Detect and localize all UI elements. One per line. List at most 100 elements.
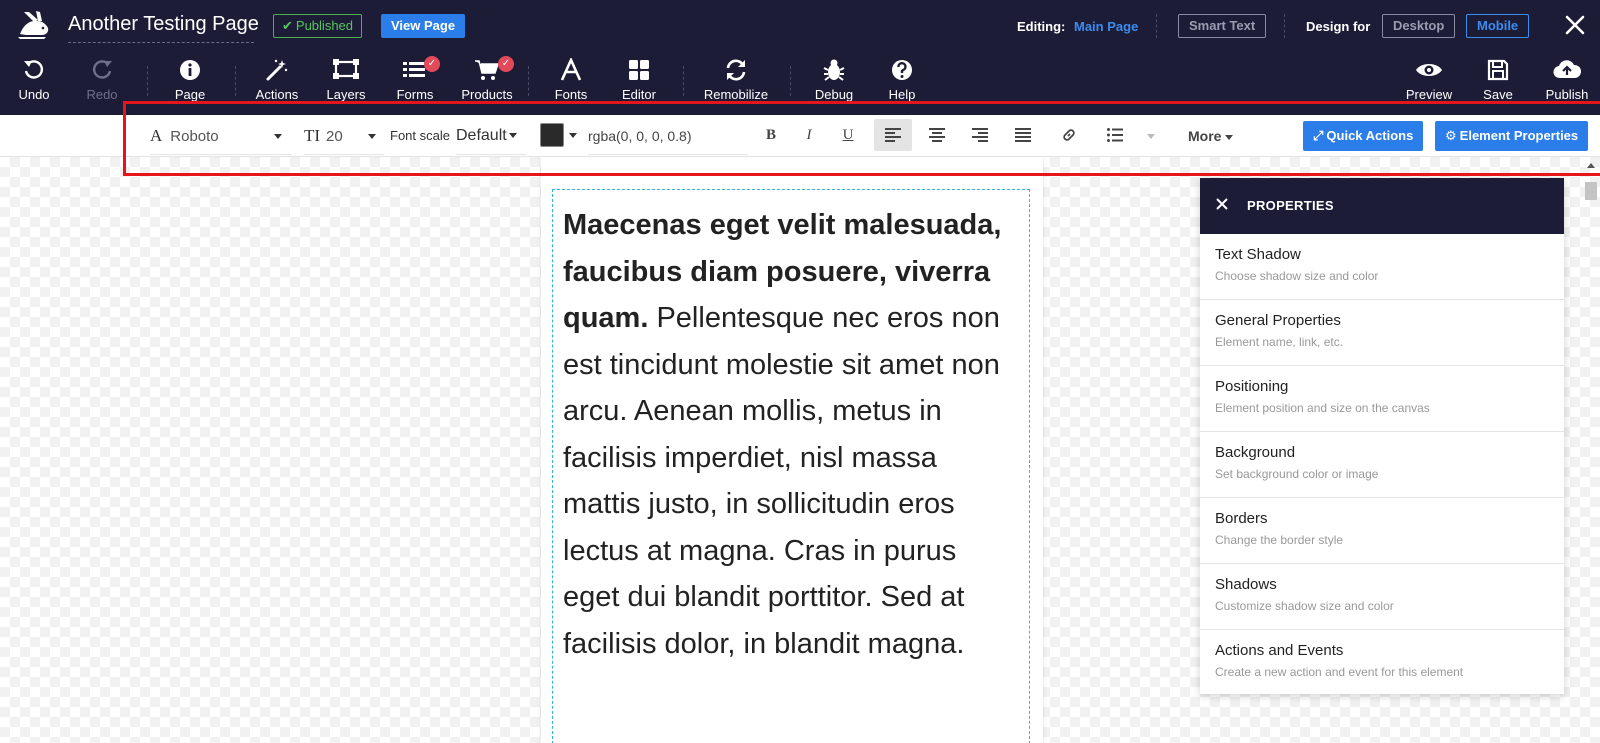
align-left-icon xyxy=(885,128,901,143)
view-page-button[interactable]: View Page xyxy=(381,14,466,38)
forms-button[interactable]: ✓ Forms xyxy=(392,56,440,108)
font-size-select[interactable]: TI 20 xyxy=(304,117,384,155)
align-right-button[interactable] xyxy=(961,119,999,151)
body-text: Pellentesque nec eros non est tincidunt … xyxy=(563,302,1000,660)
properties-title: PROPERTIES xyxy=(1247,198,1334,213)
redo-label: Redo xyxy=(86,87,118,102)
property-item-general[interactable]: General Properties Element name, link, et… xyxy=(1200,300,1564,366)
close-icon[interactable] xyxy=(1562,12,1588,38)
check-badge-icon: ✓ xyxy=(498,56,514,72)
properties-header: PROPERTIES xyxy=(1200,178,1564,234)
publish-button[interactable]: Publish xyxy=(1542,58,1592,108)
scroll-up-arrow-icon[interactable] xyxy=(1586,160,1596,170)
divider xyxy=(790,66,791,96)
link-button[interactable] xyxy=(1050,119,1088,151)
refresh-icon xyxy=(726,59,746,81)
property-item-background[interactable]: Background Set background color or image xyxy=(1200,432,1564,498)
property-item-positioning[interactable]: Positioning Element position and size on … xyxy=(1200,366,1564,432)
align-left-button[interactable] xyxy=(874,119,912,151)
property-title: Positioning xyxy=(1215,378,1289,395)
page-button[interactable]: Page xyxy=(170,58,210,108)
align-center-button[interactable] xyxy=(918,119,956,151)
undo-button[interactable]: Undo xyxy=(14,58,54,108)
more-label: More xyxy=(1188,128,1222,144)
save-button[interactable]: Save xyxy=(1478,58,1518,108)
design-for-label: Design for xyxy=(1306,19,1371,34)
debug-label: Debug xyxy=(814,87,854,102)
published-label: Published xyxy=(295,18,354,33)
property-title: Text Shadow xyxy=(1215,246,1301,263)
text-element[interactable]: Maecenas eget velit malesuada, faucibus … xyxy=(552,189,1030,743)
font-family-select[interactable]: A Roboto xyxy=(150,117,292,155)
element-properties-button[interactable]: ⚙ Element Properties xyxy=(1435,121,1589,151)
eye-icon xyxy=(1416,64,1442,76)
editing-page-link[interactable]: Main Page xyxy=(1074,19,1138,34)
expand-icon: ⤢ xyxy=(1313,128,1324,143)
layers-label: Layers xyxy=(326,87,366,102)
divider xyxy=(1156,14,1157,38)
list-button[interactable] xyxy=(1096,119,1134,151)
property-description: Choose shadow size and color xyxy=(1215,269,1379,283)
save-icon xyxy=(1487,59,1509,81)
close-icon[interactable] xyxy=(1216,198,1228,210)
text-color-swatch[interactable] xyxy=(540,123,564,147)
font-icon: A xyxy=(150,126,163,145)
layers-button[interactable]: Layers xyxy=(324,58,368,108)
preview-label: Preview xyxy=(1405,87,1453,102)
scrollbar-thumb[interactable] xyxy=(1585,182,1597,200)
redo-icon xyxy=(93,60,112,79)
cart-icon xyxy=(475,60,500,80)
property-title: Shadows xyxy=(1215,576,1277,593)
divider xyxy=(1284,14,1285,38)
gear-icon: ⚙ xyxy=(1445,128,1457,143)
layers-icon xyxy=(333,59,359,79)
actions-button[interactable]: Actions xyxy=(254,58,300,108)
debug-button[interactable]: Debug xyxy=(812,58,856,108)
products-label: Products xyxy=(461,87,513,102)
font-size-value: 20 xyxy=(326,128,343,145)
property-description: Element position and size on the canvas xyxy=(1215,401,1430,415)
quick-actions-button[interactable]: ⤢ Quick Actions xyxy=(1303,121,1424,151)
justify-button[interactable] xyxy=(1004,119,1042,151)
desktop-button[interactable]: Desktop xyxy=(1382,14,1456,38)
rabbit-logo-icon[interactable] xyxy=(16,10,52,42)
smart-text-button[interactable]: Smart Text xyxy=(1178,14,1267,38)
preview-button[interactable]: Preview xyxy=(1404,58,1454,108)
header-row: Another Testing Page ✔ Published View Pag… xyxy=(0,0,1600,52)
property-title: Borders xyxy=(1215,510,1268,527)
property-description: Create a new action and event for this e… xyxy=(1215,665,1464,679)
property-description: Element name, link, etc. xyxy=(1215,335,1344,349)
text-size-icon: TI xyxy=(304,126,321,145)
editor-button[interactable]: Editor xyxy=(618,58,660,108)
checkmark-icon: ✔ xyxy=(282,18,293,33)
property-item-text-shadow[interactable]: Text Shadow Choose shadow size and color xyxy=(1200,234,1564,300)
redo-button[interactable]: Redo xyxy=(82,58,122,108)
editing-label: Editing: xyxy=(1017,19,1066,34)
fonts-label: Fonts xyxy=(554,87,588,102)
help-button[interactable]: Help xyxy=(882,58,922,108)
remobilize-button[interactable]: Remobilize xyxy=(700,58,772,108)
property-title: Background xyxy=(1215,444,1296,461)
property-description: Change the border style xyxy=(1215,533,1344,547)
italic-button[interactable]: I xyxy=(790,119,828,151)
more-dropdown[interactable]: More xyxy=(1188,115,1234,157)
property-item-actions-events[interactable]: Actions and Events Create a new action an… xyxy=(1200,630,1564,696)
chevron-down-icon[interactable] xyxy=(1147,134,1155,139)
fonts-button[interactable]: Fonts xyxy=(550,58,592,108)
divider xyxy=(528,66,529,96)
mobile-page: Maecenas eget velit malesuada, faucibus … xyxy=(541,157,1043,743)
products-button[interactable]: ✓ Products xyxy=(460,56,514,108)
bold-button[interactable]: B xyxy=(752,119,790,151)
color-value-input[interactable]: rgba(0, 0, 0, 0.8) xyxy=(588,117,748,155)
site-title[interactable]: Another Testing Page xyxy=(68,13,259,43)
editor-grid-icon xyxy=(629,60,649,80)
chevron-down-icon[interactable] xyxy=(569,133,577,138)
property-item-borders[interactable]: Borders Change the border style xyxy=(1200,498,1564,564)
property-item-shadows[interactable]: Shadows Customize shadow size and color xyxy=(1200,564,1564,630)
font-scale-select[interactable]: Default xyxy=(456,117,526,155)
underline-button[interactable]: U xyxy=(829,119,867,151)
chevron-down-icon xyxy=(368,134,376,139)
undo-icon xyxy=(24,60,43,79)
mobile-button[interactable]: Mobile xyxy=(1466,14,1530,38)
published-badge: ✔ Published xyxy=(273,14,363,38)
